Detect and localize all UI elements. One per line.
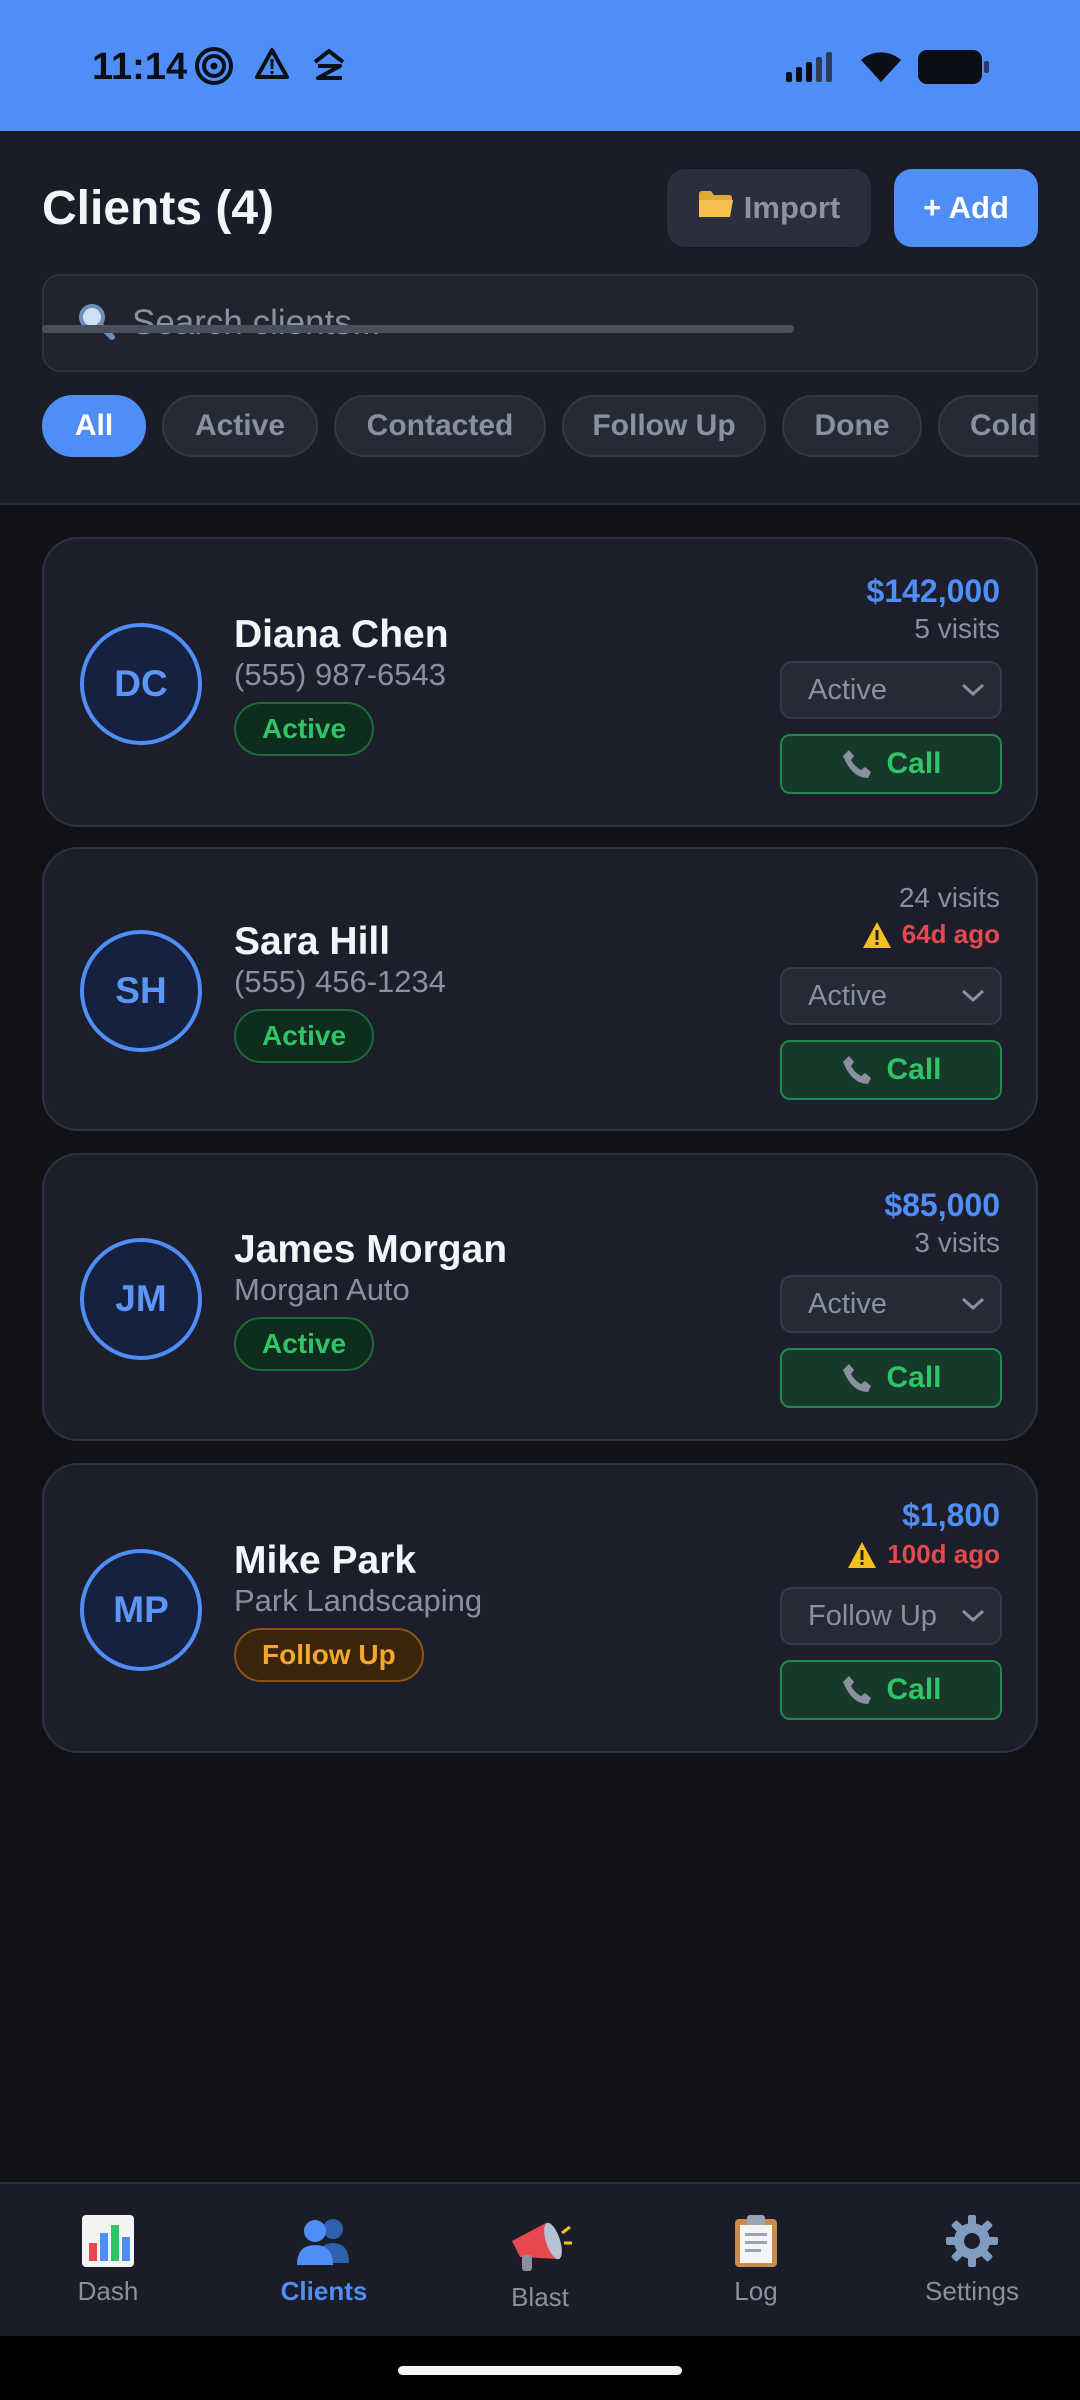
- visit-count: 5 visits: [914, 613, 1000, 644]
- filter-chips: All Active Contacted Follow Up Done Cold: [42, 395, 1038, 459]
- call-button[interactable]: Call: [780, 1040, 1002, 1100]
- client-card[interactable]: MP Mike Park Park Landscaping Follow Up …: [42, 1463, 1038, 1753]
- battery-icon: [918, 50, 990, 84]
- page-title: Clients (4): [42, 182, 275, 235]
- chevron-down-icon: [961, 683, 985, 697]
- client-name: James Morgan: [234, 1228, 508, 1271]
- client-name: Diana Chen: [234, 613, 449, 656]
- call-label: Call: [886, 1673, 942, 1706]
- search-placeholder: Search clients...: [132, 303, 381, 342]
- status-select[interactable]: Active: [780, 1275, 1002, 1333]
- avatar: MP: [80, 1549, 202, 1671]
- status-select[interactable]: Active: [780, 661, 1002, 719]
- alert-icon: [254, 46, 290, 82]
- days-since-contact: 100d ago: [887, 1539, 1000, 1569]
- chevron-down-icon: [961, 1297, 985, 1311]
- bottom-nav: Dash Clients Blast Log Settings: [0, 2182, 1080, 2336]
- clipboard-icon: [732, 2212, 780, 2270]
- client-card[interactable]: JM James Morgan Morgan Auto Active $85,0…: [42, 1153, 1038, 1441]
- status-select-value: Active: [808, 1287, 887, 1320]
- app-notification-icon: [310, 46, 348, 84]
- nav-label: Dash: [77, 2276, 139, 2306]
- nav-label: Clients: [280, 2276, 368, 2306]
- people-icon: [295, 2212, 353, 2270]
- bar-chart-icon: [80, 2212, 136, 2270]
- filter-chip-cold[interactable]: Cold: [938, 395, 1038, 457]
- import-label: Import: [743, 190, 841, 225]
- client-card[interactable]: SH Sara Hill (555) 456-1234 Active 24 vi…: [42, 847, 1038, 1131]
- call-button[interactable]: Call: [780, 734, 1002, 794]
- filter-chip-active[interactable]: Active: [162, 395, 318, 457]
- nav-blast[interactable]: Blast: [432, 2184, 648, 2338]
- client-value: $1,800: [902, 1497, 1000, 1533]
- warning-icon: [848, 1541, 877, 1568]
- client-phone: (555) 987-6543: [234, 657, 446, 692]
- filter-chip-contacted[interactable]: Contacted: [334, 395, 546, 457]
- nav-dash[interactable]: Dash: [0, 2184, 216, 2338]
- phone-icon: [843, 1676, 872, 1704]
- call-button[interactable]: Call: [780, 1660, 1002, 1720]
- search-field[interactable]: Search clients...: [42, 274, 1038, 372]
- last-contact-warning: 100d ago: [847, 1539, 1000, 1570]
- megaphone-icon: [506, 2214, 574, 2280]
- client-name: Mike Park: [234, 1539, 417, 1582]
- phone-icon: [843, 1056, 872, 1084]
- nav-label: Blast: [511, 2282, 569, 2312]
- wifi-icon: [858, 48, 904, 84]
- add-client-button[interactable]: + Add: [894, 169, 1038, 247]
- client-company: Park Landscaping: [234, 1583, 483, 1618]
- phone-icon: [843, 1364, 872, 1392]
- chevron-down-icon: [961, 1609, 985, 1623]
- nav-log[interactable]: Log: [648, 2184, 864, 2338]
- avatar: SH: [80, 930, 202, 1052]
- status-badge: Active: [234, 702, 375, 756]
- client-company: Morgan Auto: [234, 1272, 410, 1307]
- client-card[interactable]: DC Diana Chen (555) 987-6543 Active $142…: [42, 537, 1038, 827]
- hotspot-icon: [194, 46, 234, 86]
- filter-scrollbar[interactable]: [42, 325, 794, 333]
- nav-clients[interactable]: Clients: [216, 2184, 432, 2338]
- status-badge: Active: [234, 1317, 375, 1371]
- filter-chip-done[interactable]: Done: [782, 395, 922, 457]
- folder-icon: [698, 189, 734, 227]
- status-badge: Active: [234, 1009, 375, 1063]
- avatar: JM: [80, 1238, 202, 1360]
- status-bar: 11:14: [0, 0, 1080, 131]
- import-button[interactable]: Import: [667, 169, 871, 247]
- visit-count: 24 visits: [898, 882, 1000, 913]
- nav-settings[interactable]: Settings: [864, 2184, 1080, 2338]
- status-select-value: Active: [808, 673, 887, 706]
- status-badge: Follow Up: [234, 1628, 424, 1682]
- avatar: DC: [80, 623, 202, 745]
- visit-count: 3 visits: [914, 1227, 1000, 1258]
- search-icon: [76, 301, 116, 346]
- call-button[interactable]: Call: [780, 1348, 1002, 1408]
- days-since-contact: 64d ago: [901, 919, 1000, 949]
- status-select[interactable]: Active: [780, 967, 1002, 1025]
- status-time: 11:14: [92, 46, 188, 88]
- clients-header: Clients (4) Import + Add Search clients.…: [0, 131, 1080, 505]
- call-label: Call: [886, 747, 942, 780]
- chevron-down-icon: [961, 989, 985, 1003]
- warning-icon: [862, 921, 891, 948]
- status-select-value: Active: [808, 979, 887, 1012]
- nav-label: Settings: [925, 2276, 1019, 2306]
- call-label: Call: [886, 1053, 942, 1086]
- client-value: $142,000: [866, 573, 1000, 609]
- filter-chip-all[interactable]: All: [42, 395, 146, 457]
- home-indicator[interactable]: [398, 2366, 682, 2375]
- status-select[interactable]: Follow Up: [780, 1587, 1002, 1645]
- filter-chip-follow-up[interactable]: Follow Up: [562, 395, 766, 457]
- call-label: Call: [886, 1361, 942, 1394]
- client-phone: (555) 456-1234: [234, 964, 446, 999]
- status-select-value: Follow Up: [808, 1599, 937, 1632]
- signal-icon: [786, 50, 844, 82]
- client-name: Sara Hill: [234, 920, 391, 963]
- client-value: $85,000: [884, 1187, 1000, 1223]
- phone-icon: [843, 750, 872, 778]
- nav-label: Log: [734, 2276, 778, 2306]
- gear-icon: [944, 2212, 1000, 2270]
- last-contact-warning: 64d ago: [862, 919, 1000, 950]
